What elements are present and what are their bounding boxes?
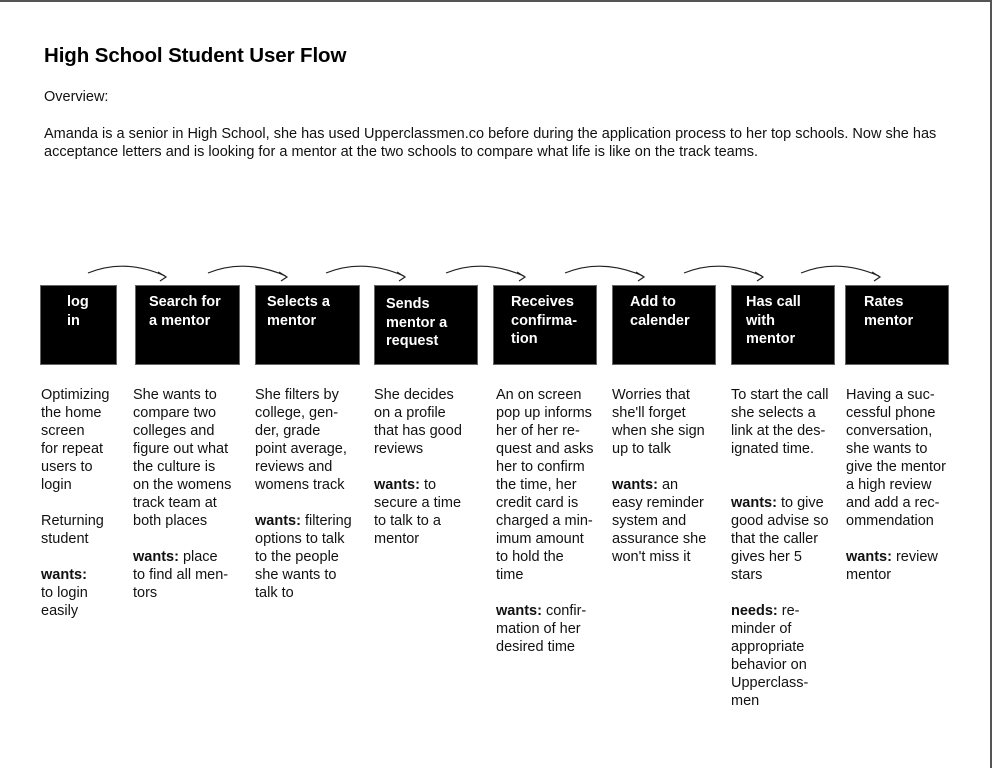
step-description-search: She wants to compare two colleges and fi… <box>133 386 253 620</box>
page-title: High School Student User Flow <box>44 44 347 67</box>
wants-text: to login easily <box>41 585 88 619</box>
step-description-text: An on screen pop up informs her of her r… <box>496 387 594 583</box>
wants-key: wants: <box>374 477 420 493</box>
flow-step-box-send-request: Sends mentor a request <box>374 285 478 365</box>
flow-arrow-7-icon <box>800 265 882 282</box>
step-description-text: To start the call she selects a link at … <box>731 387 829 457</box>
step-wants: wants: an easy reminder system and assur… <box>612 476 730 566</box>
step-description-extra: Returning student <box>41 513 104 547</box>
wants-key: wants: <box>496 603 542 619</box>
step-label: Receives confirma- tion <box>511 294 578 347</box>
overview-label: Overview: <box>44 89 109 105</box>
step-wants: wants: filtering options to talk to the … <box>255 512 370 602</box>
overview-text: Amanda is a senior in High School, she h… <box>44 126 937 160</box>
flow-step-box-search: Search for a mentor <box>135 285 240 365</box>
step-label: log in <box>67 294 89 329</box>
step-description-text: She filters by college, gen- der, grade … <box>255 387 347 493</box>
wants-key: wants: <box>731 495 777 511</box>
flow-arrow-3-icon <box>325 265 407 282</box>
wants-key: wants: <box>846 549 892 565</box>
flow-arrow-5-icon <box>564 265 646 282</box>
needs-key: needs: <box>731 603 778 619</box>
step-description-login: Optimizing the home screen for repeat us… <box>41 386 133 638</box>
step-wants: wants: confir- mation of her desired tim… <box>496 602 611 656</box>
wants-key: wants: <box>41 567 87 583</box>
flow-arrow-4-icon <box>445 265 527 282</box>
flow-step-box-rate: Rates mentor <box>845 285 949 365</box>
flow-step-box-confirmation: Receives confirma- tion <box>493 285 597 365</box>
step-description-text: She decides on a profile that has good r… <box>374 387 462 457</box>
step-description-send-request: She decides on a profile that has good r… <box>374 386 489 566</box>
step-label: Add to calender <box>630 294 690 329</box>
flow-arrow-6-icon <box>683 265 765 282</box>
step-description-select: She filters by college, gen- der, grade … <box>255 386 370 620</box>
step-wants: wants: place to find all men- tors <box>133 548 253 602</box>
step-wants: wants: to give good advise so that the c… <box>731 494 846 584</box>
step-description-calendar: Worries that she'll forget when she sign… <box>612 386 730 584</box>
step-description-text: Worries that she'll forget when she sign… <box>612 387 705 457</box>
step-description-text: She wants to compare two colleges and fi… <box>133 387 232 529</box>
step-label: Sends mentor a request <box>386 296 448 349</box>
step-wants: wants: to login easily <box>41 566 133 620</box>
step-label: Has call with mentor <box>746 294 801 347</box>
flow-arrow-2-icon <box>207 265 289 282</box>
step-label: Selects a mentor <box>267 294 330 329</box>
flow-step-box-login: log in <box>40 285 117 365</box>
flow-step-box-calendar: Add to calender <box>612 285 716 365</box>
wants-key: wants: <box>255 513 301 529</box>
step-description-rate: Having a suc- cessful phone conversation… <box>846 386 961 602</box>
step-description-confirmation: An on screen pop up informs her of her r… <box>496 386 611 674</box>
wants-key: wants: <box>133 549 179 565</box>
step-label: Search for a mentor <box>149 294 221 329</box>
wants-key: wants: <box>612 477 658 493</box>
step-description-text: Having a suc- cessful phone conversation… <box>846 387 946 529</box>
flow-arrows <box>87 265 882 282</box>
flow-step-box-call: Has call with mentor <box>731 285 835 365</box>
step-wants: wants: review mentor <box>846 548 961 584</box>
document-page: High School Student User Flow Overview: … <box>0 0 992 768</box>
flow-step-box-select: Selects a mentor <box>255 285 360 365</box>
step-label: Rates mentor <box>864 294 914 329</box>
step-description-text: Optimizing the home screen for repeat us… <box>41 387 110 493</box>
step-description-call: To start the call she selects a link at … <box>731 386 846 728</box>
flow-arrow-1-icon <box>87 265 168 282</box>
step-wants: wants: to secure a time to talk to a men… <box>374 476 489 548</box>
step-needs: needs: re- minder of appropriate behavio… <box>731 602 846 710</box>
